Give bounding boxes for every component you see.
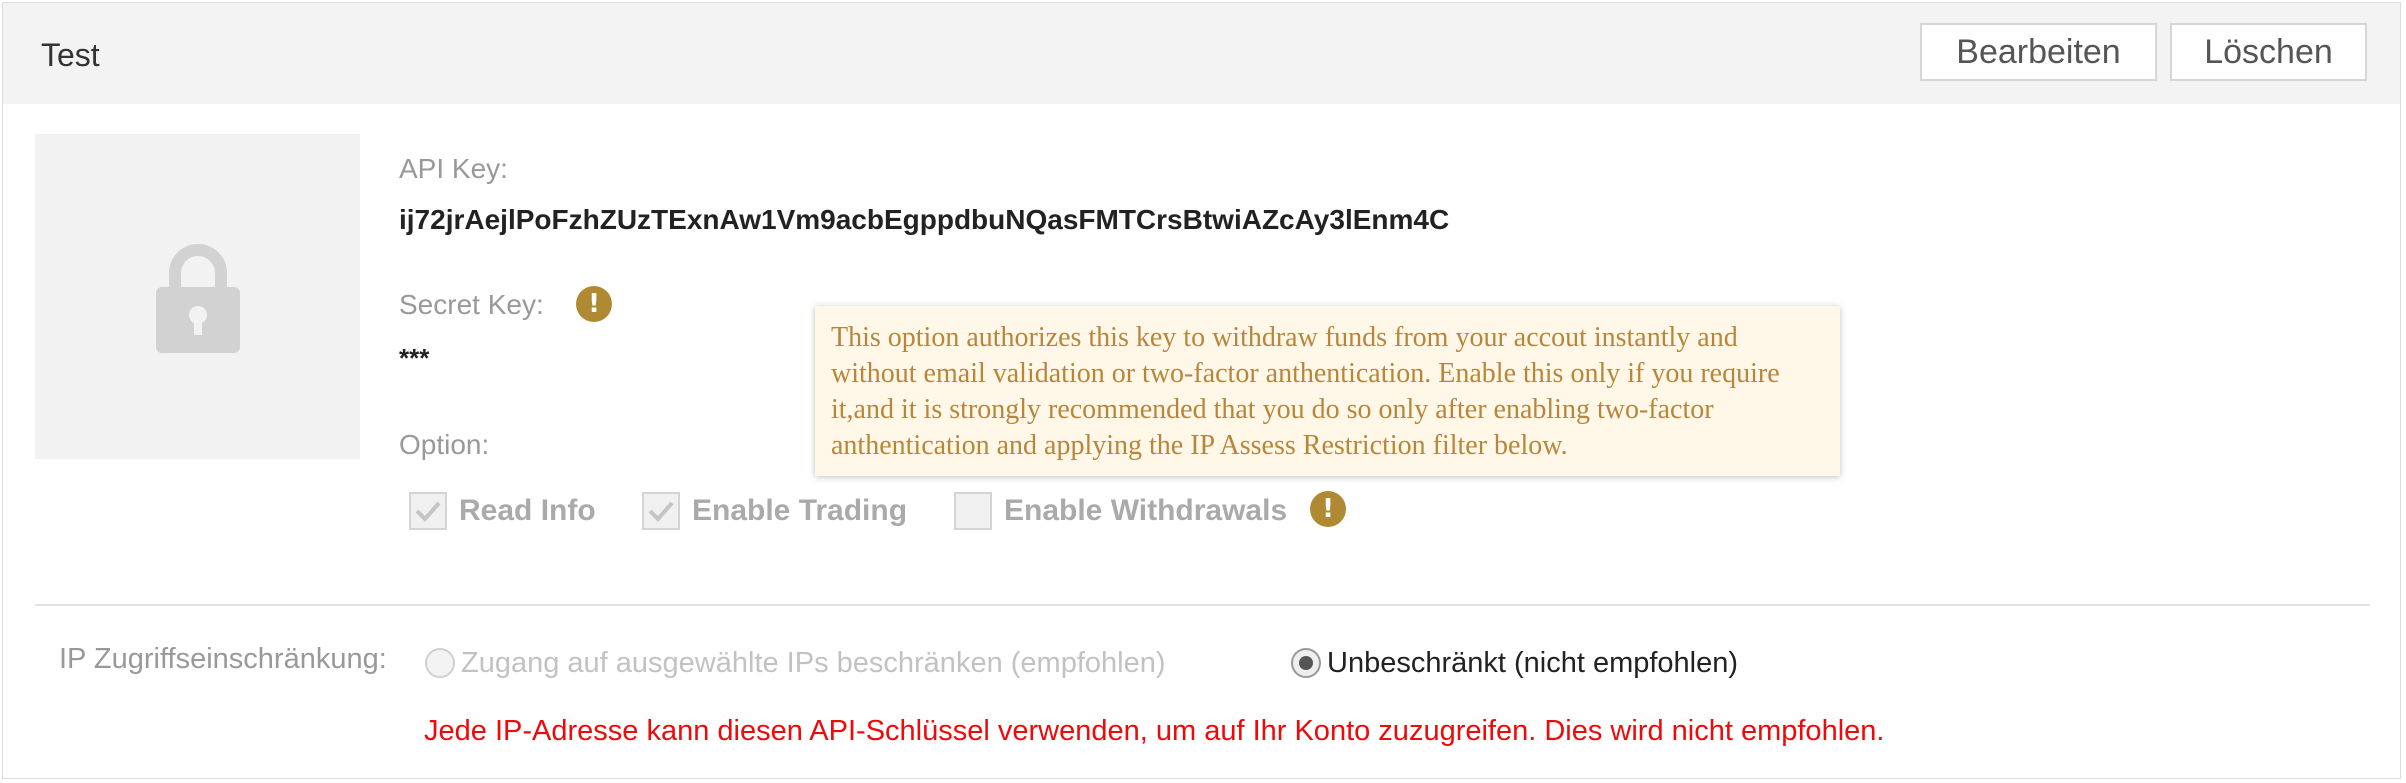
api-key-value: ij72jrAejlPoFzhZUzTExnAw1Vm9acbEgppdbuNQ… [399,204,1450,235]
unrestricted-radio-label: Unbeschränkt (nicht empfohlen) [1327,646,1739,679]
api-key-title: Test [41,37,100,73]
option-enable-withdrawals[interactable]: Enable Withdrawals [954,489,1287,533]
panel-header: Test Bearbeiten Löschen [3,3,2400,104]
withdrawal-tooltip: This option authorizes this key to withd… [815,306,1840,476]
ip-option-unrestricted[interactable]: Unbeschränkt (nicht empfohlen) [1291,643,1738,683]
check-icon [415,501,441,522]
enable-trading-checkbox[interactable] [642,492,680,530]
api-key-label: API Key: [399,153,508,184]
withdrawals-warning-icon[interactable]: ! [1310,491,1346,527]
read-info-label: Read Info [459,494,596,527]
unrestricted-radio[interactable] [1291,648,1321,678]
enable-trading-label: Enable Trading [692,494,908,527]
secret-key-warning-icon[interactable]: ! [576,286,612,322]
ip-option-restricted[interactable]: Zugang auf ausgewählte IPs beschränken (… [425,643,1166,683]
secret-key-label: Secret Key: [399,289,544,320]
lock-icon [155,243,240,353]
option-read-info[interactable]: Read Info [409,489,596,533]
edit-button[interactable]: Bearbeiten [1920,23,2157,81]
restricted-radio[interactable] [425,648,455,678]
lock-placeholder [35,134,360,459]
api-key-panel: Test Bearbeiten Löschen API Key: ij72jrA… [2,2,2401,779]
radio-selected-dot [1299,656,1313,670]
option-label: Option: [399,429,490,460]
option-enable-trading[interactable]: Enable Trading [642,489,907,533]
enable-withdrawals-checkbox[interactable] [954,492,992,530]
check-icon [648,501,674,522]
section-divider [35,604,2370,606]
enable-withdrawals-label: Enable Withdrawals [1004,494,1288,527]
secret-key-value: *** [399,343,430,373]
restricted-radio-label: Zugang auf ausgewählte IPs beschränken (… [461,646,1166,679]
ip-restriction-label: IP Zugriffseinschränkung: [59,643,387,675]
read-info-checkbox[interactable] [409,492,447,530]
delete-button[interactable]: Löschen [2170,23,2367,81]
ip-warning-text: Jede IP-Adresse kann diesen API-Schlüsse… [424,715,1885,747]
